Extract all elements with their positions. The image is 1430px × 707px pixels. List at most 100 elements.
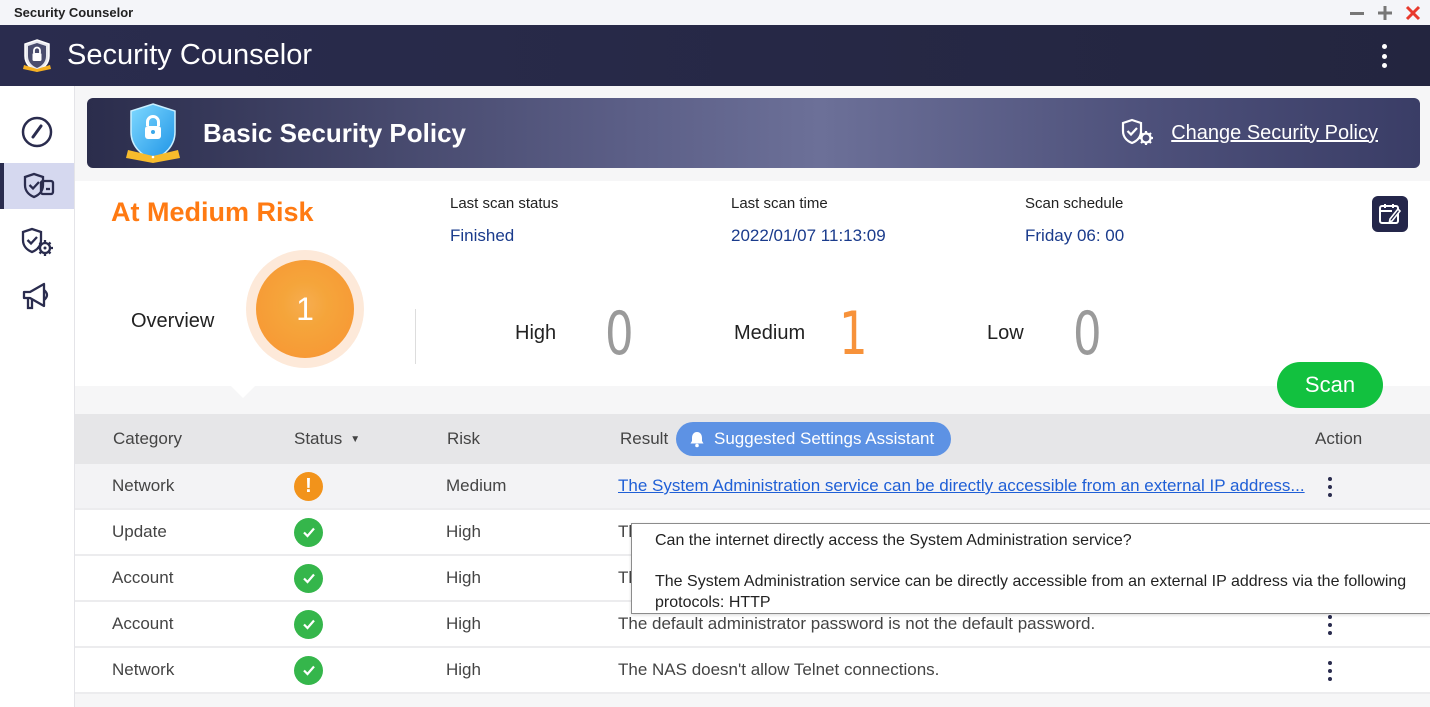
app-logo-icon — [23, 38, 51, 72]
suggested-settings-assistant-button[interactable]: Suggested Settings Assistant — [676, 422, 951, 456]
kebab-dot — [1328, 669, 1332, 673]
high-count-label: High — [515, 322, 557, 344]
row-action-menu-button[interactable] — [1326, 477, 1334, 497]
kebab-dot — [1328, 615, 1332, 619]
kebab-dot — [1328, 477, 1332, 481]
maximize-icon — [1378, 5, 1392, 20]
low-count-value: 0 — [1073, 299, 1102, 369]
row-risk: High — [446, 522, 481, 541]
medium-count-label: Medium — [734, 322, 806, 344]
row-result: The NAS doesn't allow Telnet connections… — [618, 660, 940, 679]
check-icon — [294, 517, 323, 547]
row-status-cell — [294, 556, 323, 600]
row-status-cell: ! — [294, 464, 323, 508]
minimize-icon — [1350, 11, 1364, 15]
kebab-dot — [1381, 44, 1387, 49]
scan-schedule: Scan schedule Friday 06: 00 — [1025, 195, 1124, 246]
change-security-policy-link[interactable]: Change Security Policy — [1119, 98, 1378, 168]
app-window: Security Counselor Security Counselor Ba… — [0, 0, 1430, 707]
row-action-menu-button[interactable] — [1326, 661, 1334, 681]
scan-summary-panel: At Medium Risk Last scan status Finished… — [75, 181, 1430, 398]
row-category: Network — [112, 476, 175, 495]
kebab-dot — [1328, 623, 1332, 627]
row-result-cell: The System Administration service can be… — [618, 464, 1305, 508]
app-header: Security Counselor — [0, 25, 1430, 86]
row-risk: High — [446, 660, 481, 679]
check-icon — [294, 609, 323, 639]
last-scan-time: Last scan time 2022/01/07 11:13:09 — [731, 195, 886, 246]
megaphone-icon — [22, 282, 49, 310]
app-title: Security Counselor — [67, 39, 312, 71]
sidebar-item-announcements[interactable] — [0, 273, 74, 319]
close-button[interactable] — [1401, 0, 1425, 25]
row-status-cell — [294, 648, 323, 692]
column-header-status[interactable]: Status ▼ — [294, 414, 360, 464]
overview-label: Overview — [131, 310, 215, 332]
last-scan-status-label: Last scan status — [450, 195, 559, 212]
warning-icon: ! — [294, 471, 323, 501]
change-security-policy-label: Change Security Policy — [1171, 121, 1378, 144]
kebab-dot — [1328, 493, 1332, 497]
shield-gear-icon — [1122, 118, 1154, 145]
row-action-menu-button[interactable] — [1326, 615, 1334, 635]
result-link[interactable]: The System Administration service can be… — [618, 476, 1305, 496]
medium-count-value: 1 — [839, 299, 868, 369]
calendar-edit-icon — [1379, 204, 1402, 224]
minimize-button[interactable] — [1345, 0, 1369, 25]
row-category: Network — [112, 660, 175, 679]
high-count-value: 0 — [605, 299, 634, 369]
policy-banner: Basic Security Policy Change Security Po… — [87, 98, 1420, 168]
overview-pointer — [230, 385, 256, 398]
sidebar-item-dashboard[interactable] — [0, 109, 74, 155]
last-scan-time-label: Last scan time — [731, 195, 828, 212]
column-header-result: Result — [620, 429, 669, 448]
scan-button[interactable]: Scan — [1277, 362, 1383, 408]
divider — [415, 309, 416, 364]
sidebar-item-security-checkup[interactable] — [0, 163, 74, 209]
scan-schedule-value: Friday 06: 00 — [1025, 226, 1125, 245]
shield-lock-icon — [126, 103, 180, 163]
sidebar-item-security-policy[interactable] — [0, 219, 74, 265]
table-row[interactable]: Network ! Medium The System Administrati… — [75, 464, 1430, 510]
scan-schedule-label: Scan schedule — [1025, 195, 1124, 212]
window-title: Security Counselor — [14, 5, 134, 20]
close-icon — [1405, 5, 1421, 20]
row-risk: Medium — [446, 476, 507, 495]
column-header-risk[interactable]: Risk — [447, 414, 480, 464]
kebab-dot — [1328, 661, 1332, 665]
column-header-action: Action — [1315, 429, 1363, 448]
table-header: Category Status ▼ Risk Result Suggested … — [75, 414, 1430, 464]
maximize-button[interactable] — [1373, 0, 1397, 25]
kebab-dot — [1328, 485, 1332, 489]
overview-count: 1 — [296, 290, 314, 327]
risk-level-title: At Medium Risk — [111, 197, 314, 227]
check-icon — [294, 563, 323, 593]
sidebar — [0, 86, 75, 707]
row-category: Account — [112, 568, 174, 587]
last-scan-status-value: Finished — [450, 226, 515, 245]
tooltip-detail: The System Administration service can be… — [655, 573, 1407, 611]
kebab-dot — [1381, 63, 1387, 68]
shield-check-card-icon — [23, 172, 55, 199]
last-scan-time-value: 2022/01/07 11:13:09 — [731, 226, 886, 245]
row-category: Update — [112, 522, 167, 541]
app-menu-button[interactable] — [1378, 41, 1390, 71]
column-header-category[interactable]: Category — [113, 414, 182, 464]
sort-down-icon: ▼ — [350, 433, 361, 445]
assistant-label: Suggested Settings Assistant — [714, 429, 935, 448]
policy-title: Basic Security Policy — [203, 117, 467, 148]
shield-gear-icon — [21, 227, 53, 256]
kebab-dot — [1381, 53, 1387, 59]
row-risk: High — [446, 614, 481, 633]
row-risk: High — [446, 568, 481, 587]
row-status-cell — [294, 510, 323, 554]
result-tooltip: Can the internet directly access the Sys… — [631, 523, 1430, 614]
status-header-label: Status — [294, 429, 343, 448]
tooltip-question: Can the internet directly access the Sys… — [655, 532, 1132, 549]
row-status-cell — [294, 602, 323, 646]
table-row[interactable]: Network High The NAS doesn't allow Telne… — [75, 648, 1430, 694]
overview-count-circle: 1 — [256, 260, 354, 358]
edit-schedule-button[interactable] — [1372, 196, 1408, 232]
gauge-icon — [21, 116, 53, 148]
kebab-dot — [1328, 631, 1332, 635]
